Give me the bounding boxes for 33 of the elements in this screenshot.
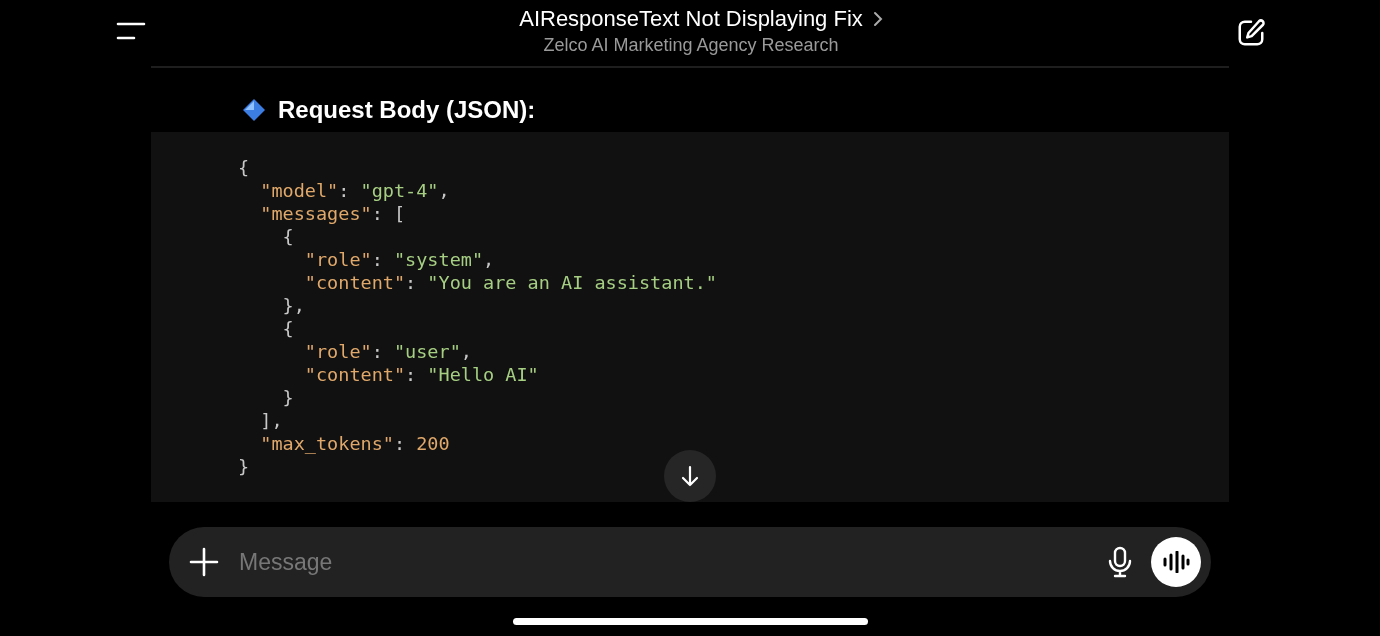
message-composer[interactable]: Message [169,527,1211,597]
code-line: { [281,225,294,248]
code-line: } [238,455,250,478]
edit-icon [1236,18,1266,48]
code-line: "messages": [ [259,202,406,225]
code-line: { [281,317,294,340]
menu-icon [116,22,146,40]
project-name: Zelco AI Marketing Agency Research [543,35,839,56]
code-line: } [281,386,294,409]
arrow-down-icon [680,465,700,487]
code-line: "content": "Hello AI" [303,363,539,386]
plus-icon [189,547,219,577]
section-heading: Request Body (JSON): [278,96,536,124]
code-line: }, [281,294,305,317]
message-field[interactable]: Message [237,547,1089,577]
code-line: "role": "system", [303,248,495,271]
chat-title[interactable]: AIResponseText Not Displaying Fix [519,6,863,32]
menu-button[interactable] [116,22,146,40]
microphone-button[interactable] [1107,546,1133,578]
sound-wave-icon [1162,551,1190,573]
chevron-right-icon [872,11,883,27]
add-button[interactable] [189,547,219,577]
new-chat-button[interactable] [1236,18,1266,48]
code-line: "model": "gpt-4", [259,179,450,202]
voice-mode-button[interactable] [1151,537,1201,587]
code-line: ], [259,409,283,432]
code-line: "content": "You are an AI assistant." [303,271,717,294]
code-line: { [238,156,250,179]
diamond-icon [242,98,266,122]
microphone-icon [1107,546,1133,578]
code-line: "max_tokens": 200 [259,432,450,455]
code-line: "role": "user", [303,340,472,363]
scroll-down-button[interactable] [664,450,716,502]
